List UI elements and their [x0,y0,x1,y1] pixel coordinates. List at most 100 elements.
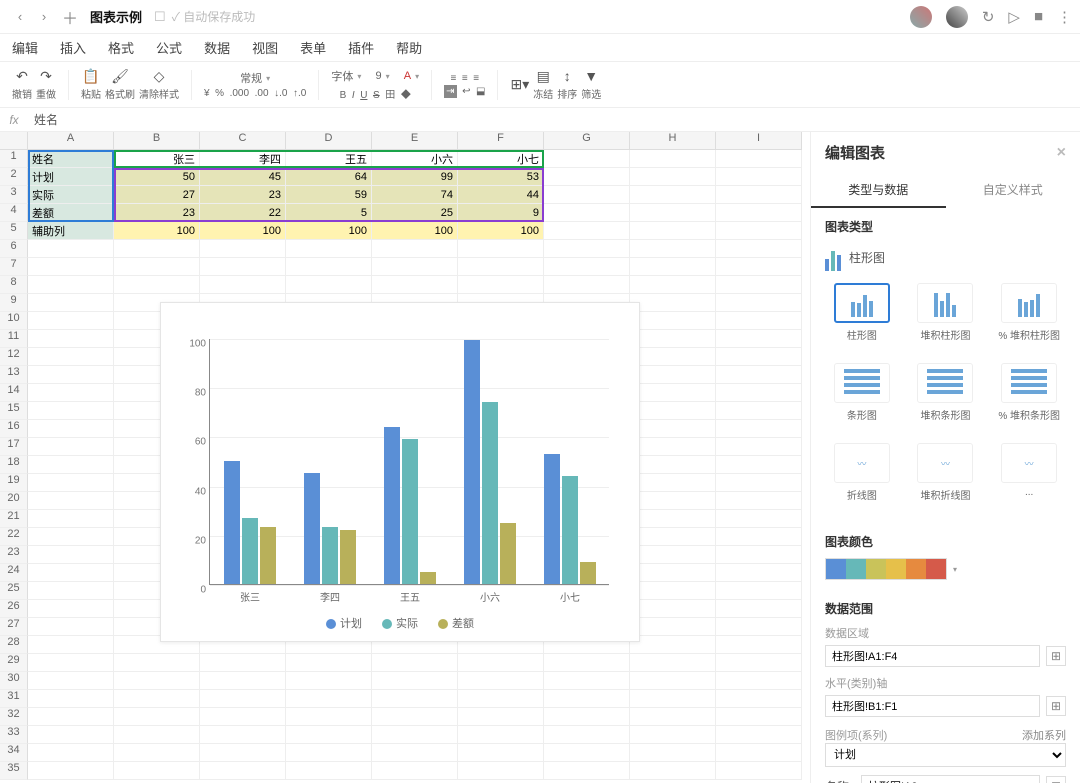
cell[interactable] [114,654,200,672]
cell[interactable] [716,402,802,420]
cell[interactable]: 44 [458,186,544,204]
cell[interactable] [28,672,114,690]
rowhead[interactable]: 10 [0,312,28,330]
cell[interactable] [630,258,716,276]
history-icon[interactable]: ↻ [982,8,995,26]
rowhead[interactable]: 34 [0,744,28,762]
cell[interactable] [630,456,716,474]
dec-up-icon[interactable]: ↑.0 [293,88,306,99]
cell[interactable] [716,672,802,690]
rowhead[interactable]: 29 [0,654,28,672]
cell[interactable] [286,654,372,672]
cell[interactable] [28,618,114,636]
color-swatch[interactable] [886,559,906,579]
cell[interactable] [544,186,630,204]
border-icon[interactable]: 田 [385,90,395,101]
chart-type-option[interactable]: 条形图 [825,363,899,433]
tab-type-data[interactable]: 类型与数据 [811,173,946,208]
undo-button[interactable]: ↶撤销 [12,68,32,101]
cell[interactable] [372,690,458,708]
cell[interactable]: 辅助列 [28,222,114,240]
bold-icon[interactable]: B [340,90,347,101]
dec-down-icon[interactable]: ↓.0 [274,88,287,99]
cell[interactable]: 53 [458,168,544,186]
cell[interactable] [630,492,716,510]
cell[interactable] [458,672,544,690]
cell[interactable] [28,240,114,258]
color-swatch[interactable] [866,559,886,579]
cell[interactable] [716,240,802,258]
menu-edit[interactable]: 编辑 [12,38,38,57]
cell[interactable] [28,600,114,618]
cell[interactable] [200,672,286,690]
dec3-icon[interactable]: .000 [230,88,249,99]
cell[interactable] [458,654,544,672]
cell[interactable] [28,258,114,276]
cell[interactable] [716,150,802,168]
cell[interactable]: 100 [286,222,372,240]
cell[interactable] [458,258,544,276]
cell[interactable] [716,690,802,708]
cell[interactable]: 9 [458,204,544,222]
fill-icon[interactable]: ◆ [401,90,411,101]
bookmark-icon[interactable]: ☐ [154,9,166,25]
cell[interactable] [114,690,200,708]
cell[interactable] [716,384,802,402]
cell[interactable] [630,654,716,672]
align-center-icon[interactable]: ≡ [462,73,468,84]
cell[interactable] [716,258,802,276]
cell[interactable] [28,636,114,654]
cell[interactable] [114,672,200,690]
cell[interactable]: 74 [372,186,458,204]
cell[interactable] [630,744,716,762]
cell[interactable]: 45 [200,168,286,186]
nav-fwd[interactable]: › [32,9,56,24]
color-palette[interactable] [825,558,947,580]
cell[interactable] [28,348,114,366]
chart-type-option[interactable]: 〰堆积折线图 [909,443,983,513]
cell[interactable] [716,636,802,654]
cell[interactable] [716,546,802,564]
colhead-G[interactable]: G [544,132,630,150]
cell[interactable] [716,600,802,618]
cell[interactable] [372,762,458,780]
color-swatch[interactable] [826,559,846,579]
rowhead[interactable]: 22 [0,528,28,546]
cell[interactable] [630,564,716,582]
play-icon[interactable]: ▷ [1008,8,1020,26]
cell[interactable]: 李四 [200,150,286,168]
currency-icon[interactable]: ¥ [204,88,210,99]
rowhead[interactable]: 27 [0,618,28,636]
spreadsheet-grid[interactable]: A B C D E F G H I 1姓名张三李四王五小六小七2计划504564… [0,132,810,783]
cell[interactable]: 25 [372,204,458,222]
cell[interactable] [630,762,716,780]
cell[interactable] [716,456,802,474]
close-icon[interactable]: × [1057,144,1066,162]
menu-insert[interactable]: 插入 [60,38,86,57]
cell[interactable] [286,726,372,744]
cell[interactable] [716,438,802,456]
cell[interactable] [286,258,372,276]
cell[interactable]: 23 [200,186,286,204]
cell[interactable] [544,708,630,726]
cell[interactable] [716,420,802,438]
cell[interactable]: 5 [286,204,372,222]
cell[interactable] [28,420,114,438]
rowhead[interactable]: 31 [0,690,28,708]
cell[interactable]: 22 [200,204,286,222]
cell[interactable] [630,186,716,204]
cell[interactable] [716,744,802,762]
color-swatch[interactable] [926,559,946,579]
redo-button[interactable]: ↷重做 [36,68,56,101]
italic-icon[interactable]: I [352,90,355,101]
cell[interactable] [630,150,716,168]
cell[interactable] [716,294,802,312]
rowhead[interactable]: 14 [0,384,28,402]
filter-button[interactable]: ▼筛选 [581,68,601,101]
cell[interactable] [630,294,716,312]
sort-button[interactable]: ↕排序 [557,68,577,101]
cell[interactable] [630,582,716,600]
cell[interactable] [716,348,802,366]
cell[interactable] [544,168,630,186]
cell[interactable]: 100 [458,222,544,240]
